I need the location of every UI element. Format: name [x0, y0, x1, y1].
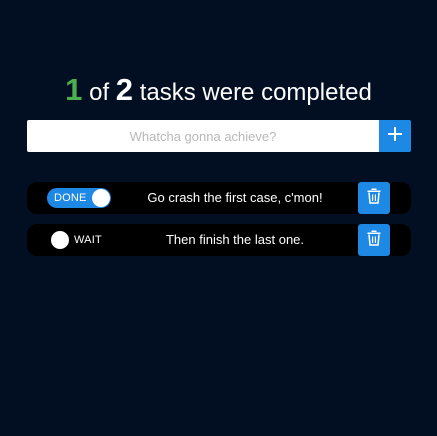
completed-count: 1 [65, 72, 83, 107]
plus-icon [387, 126, 403, 147]
toggle-knob [92, 189, 110, 207]
toggle-knob [51, 231, 69, 249]
task-status-toggle[interactable]: WAIT [47, 230, 111, 250]
trash-icon [367, 188, 381, 209]
summary-suffix: tasks were completed [139, 79, 372, 106]
trash-icon [367, 230, 381, 251]
of-text: of [89, 79, 110, 106]
todo-app: 1 of 2 tasks were completed DONE Go cras… [0, 0, 437, 436]
task-text: Go crash the first case, c'mon! [147, 190, 323, 205]
new-task-input[interactable] [27, 120, 379, 152]
task-text: Then finish the last one. [165, 232, 305, 247]
completion-summary: 1 of 2 tasks were completed [0, 70, 437, 113]
delete-task-button[interactable] [358, 182, 390, 214]
add-task-form [27, 120, 411, 152]
task-status-label: DONE [54, 192, 87, 204]
task-item: DONE Go crash the first case, c'mon! [27, 182, 411, 214]
total-count: 2 [115, 72, 134, 107]
task-item: WAIT Then finish the last one. [27, 224, 411, 256]
task-status-toggle[interactable]: DONE [47, 188, 111, 208]
task-status-label: WAIT [74, 234, 102, 246]
delete-task-button[interactable] [358, 224, 390, 256]
add-task-button[interactable] [379, 120, 411, 152]
